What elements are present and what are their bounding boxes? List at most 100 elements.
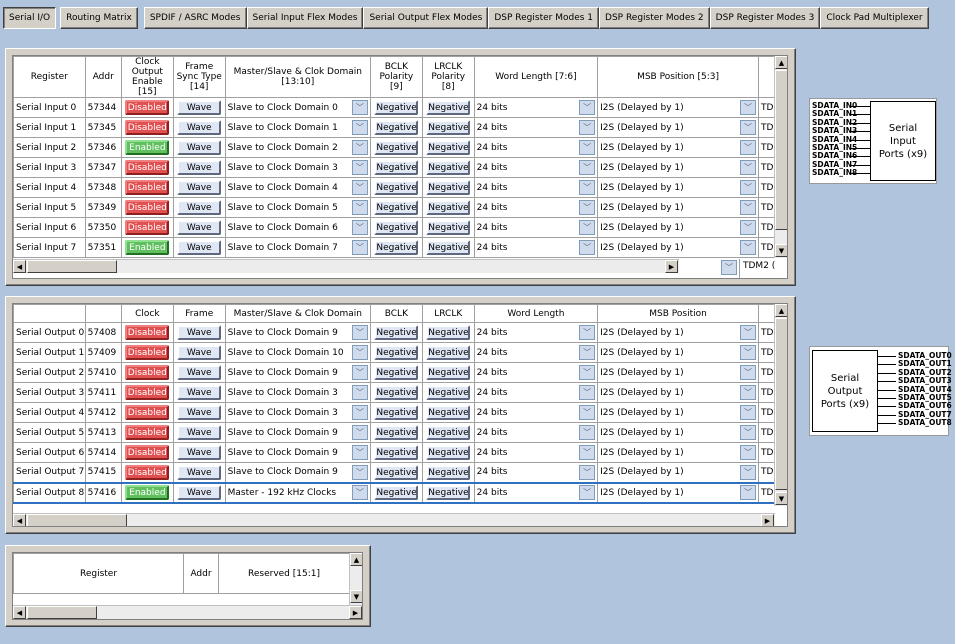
clock-domain-select[interactable]: Slave to Clock Domain 10 ﹀ bbox=[228, 344, 368, 362]
clock-domain-select[interactable]: Slave to Clock Domain 2 ﹀ bbox=[228, 139, 368, 157]
clock-output-toggle[interactable]: Disabled bbox=[125, 160, 170, 175]
tab-serial-output-flex-modes[interactable]: Serial Output Flex Modes bbox=[363, 7, 489, 29]
clock-domain-select[interactable]: Slave to Clock Domain 3 ﹀ bbox=[228, 404, 368, 422]
chevron-down-icon[interactable]: ﹀ bbox=[739, 345, 756, 360]
chevron-down-icon[interactable]: ﹀ bbox=[739, 365, 756, 380]
clock-output-toggle[interactable]: Disabled bbox=[125, 120, 170, 135]
clock-domain-select[interactable]: Master - 192 kHz Clocks ﹀ bbox=[228, 485, 368, 501]
scroll-left-button[interactable]: ◀ bbox=[13, 606, 26, 619]
clock-output-toggle[interactable]: Disabled bbox=[125, 100, 170, 115]
clock-output-toggle[interactable]: Disabled bbox=[125, 405, 170, 420]
clock-domain-select[interactable]: Slave to Clock Domain 4 ﹀ bbox=[228, 179, 368, 197]
lrclk-polarity-toggle[interactable]: Negative bbox=[426, 345, 471, 360]
word-length-select[interactable]: 24 bits ﹀ bbox=[477, 364, 596, 382]
reserved-horizontal-scrollbar[interactable]: ◀ ▶ bbox=[13, 605, 362, 619]
msb-position-select[interactable]: I2S (Delayed by 1) ﹀ bbox=[600, 444, 756, 462]
chevron-down-icon[interactable]: ﹀ bbox=[579, 485, 596, 500]
scroll-down-button[interactable]: ▼ bbox=[775, 492, 787, 505]
frame-sync-toggle[interactable]: Wave bbox=[177, 100, 222, 115]
frame-sync-toggle[interactable]: Wave bbox=[177, 485, 222, 500]
msb-position-select[interactable]: I2S (Delayed by 1) ﹀ bbox=[600, 179, 756, 197]
tab-dsp-register-modes-2[interactable]: DSP Register Modes 2 bbox=[599, 7, 710, 29]
msb-position-select[interactable]: I2S (Delayed by 1) ﹀ bbox=[600, 199, 756, 217]
chevron-down-icon[interactable]: ﹀ bbox=[739, 140, 756, 155]
chevron-down-icon[interactable]: ﹀ bbox=[351, 445, 368, 460]
frame-sync-toggle[interactable]: Wave bbox=[177, 445, 222, 460]
lrclk-polarity-toggle[interactable]: Negative bbox=[426, 120, 471, 135]
bclk-polarity-toggle[interactable]: Negative bbox=[374, 100, 419, 115]
scroll-thumb[interactable] bbox=[775, 70, 787, 230]
word-length-select[interactable]: 24 bits ﹀ bbox=[477, 159, 596, 177]
chevron-down-icon[interactable]: ﹀ bbox=[351, 485, 368, 500]
msb-position-select[interactable]: I2S (Delayed by 1) ﹀ bbox=[600, 139, 756, 157]
tab-clock-pad-multiplexer[interactable]: Clock Pad Multiplexer bbox=[820, 7, 929, 29]
chevron-down-icon[interactable]: ﹀ bbox=[579, 180, 596, 195]
chevron-down-icon[interactable]: ﹀ bbox=[351, 180, 368, 195]
bclk-polarity-toggle[interactable]: Negative bbox=[374, 160, 419, 175]
clock-output-toggle[interactable]: Disabled bbox=[125, 445, 170, 460]
frame-sync-toggle[interactable]: Wave bbox=[177, 120, 222, 135]
chevron-down-icon[interactable]: ﹀ bbox=[739, 200, 756, 215]
scroll-up-button[interactable]: ▲ bbox=[775, 56, 787, 69]
bclk-polarity-toggle[interactable]: Negative bbox=[374, 365, 419, 380]
chevron-down-icon[interactable]: ﹀ bbox=[351, 200, 368, 215]
word-length-select[interactable]: 24 bits ﹀ bbox=[477, 139, 596, 157]
scroll-right-button[interactable]: ▶ bbox=[665, 260, 678, 273]
chevron-down-icon[interactable]: ﹀ bbox=[351, 464, 368, 480]
frame-sync-toggle[interactable]: Wave bbox=[177, 325, 222, 340]
chevron-down-icon[interactable]: ﹀ bbox=[351, 425, 368, 440]
msb-position-select[interactable]: I2S (Delayed by 1) ﹀ bbox=[600, 485, 756, 501]
scroll-down-button[interactable]: ▼ bbox=[775, 244, 787, 257]
scroll-up-button[interactable]: ▲ bbox=[350, 553, 362, 566]
clock-output-toggle[interactable]: Disabled bbox=[125, 464, 170, 480]
output-horizontal-scrollbar[interactable]: ◀ ▶ bbox=[13, 513, 775, 526]
chevron-down-icon[interactable]: ﹀ bbox=[739, 325, 756, 340]
scroll-left-button[interactable]: ◀ bbox=[13, 260, 26, 273]
msb-position-select[interactable]: I2S (Delayed by 1) ﹀ bbox=[600, 404, 756, 422]
word-length-select[interactable]: 24 bits ﹀ bbox=[477, 219, 596, 237]
chevron-down-icon[interactable]: ﹀ bbox=[739, 100, 756, 115]
tab-routing-matrix[interactable]: Routing Matrix bbox=[60, 7, 138, 29]
word-length-select[interactable]: 24 bits ﹀ bbox=[477, 404, 596, 422]
scroll-thumb[interactable] bbox=[775, 318, 787, 490]
reserved-vertical-scrollbar[interactable]: ▲ ▼ bbox=[349, 553, 362, 605]
word-length-select[interactable]: 24 bits ﹀ bbox=[477, 179, 596, 197]
lrclk-polarity-toggle[interactable]: Negative bbox=[426, 240, 471, 255]
frame-sync-toggle[interactable]: Wave bbox=[177, 220, 222, 235]
clock-output-toggle[interactable]: Enabled bbox=[125, 140, 170, 155]
clock-domain-select[interactable]: Slave to Clock Domain 3 ﹀ bbox=[228, 384, 368, 402]
bclk-polarity-toggle[interactable]: Negative bbox=[374, 220, 419, 235]
lrclk-polarity-toggle[interactable]: Negative bbox=[426, 385, 471, 400]
word-length-select[interactable]: 24 bits ﹀ bbox=[477, 444, 596, 462]
frame-sync-toggle[interactable]: Wave bbox=[177, 240, 222, 255]
output-vertical-scrollbar[interactable]: ▲ ▼ bbox=[774, 304, 787, 506]
msb-position-select[interactable]: I2S (Delayed by 1) ﹀ bbox=[600, 239, 756, 257]
clock-domain-select[interactable]: Slave to Clock Domain 3 ﹀ bbox=[228, 159, 368, 177]
clock-domain-select[interactable]: Slave to Clock Domain 7 ﹀ bbox=[228, 239, 368, 257]
chevron-down-icon[interactable]: ﹀ bbox=[739, 445, 756, 460]
bclk-polarity-toggle[interactable]: Negative bbox=[374, 345, 419, 360]
chevron-down-icon[interactable]: ﹀ bbox=[351, 220, 368, 235]
word-length-select[interactable]: 24 bits ﹀ bbox=[477, 485, 596, 501]
clock-domain-select[interactable]: Slave to Clock Domain 9 ﹀ bbox=[228, 444, 368, 462]
lrclk-polarity-toggle[interactable]: Negative bbox=[426, 160, 471, 175]
chevron-down-icon[interactable]: ﹀ bbox=[351, 120, 368, 135]
word-length-select[interactable]: 24 bits ﹀ bbox=[477, 464, 596, 482]
chevron-down-icon[interactable]: ﹀ bbox=[739, 385, 756, 400]
chevron-down-icon[interactable]: ﹀ bbox=[739, 425, 756, 440]
bclk-polarity-toggle[interactable]: Negative bbox=[374, 485, 419, 500]
bclk-polarity-toggle[interactable]: Negative bbox=[374, 445, 419, 460]
frame-sync-toggle[interactable]: Wave bbox=[177, 464, 222, 480]
bclk-polarity-toggle[interactable]: Negative bbox=[374, 405, 419, 420]
chevron-down-icon[interactable]: ﹀ bbox=[739, 240, 756, 255]
word-length-select[interactable]: 24 bits ﹀ bbox=[477, 99, 596, 117]
scroll-right-button[interactable]: ▶ bbox=[761, 514, 774, 526]
chevron-down-icon[interactable]: ﹀ bbox=[351, 405, 368, 420]
clock-output-toggle[interactable]: Disabled bbox=[125, 345, 170, 360]
chevron-down-icon[interactable]: ﹀ bbox=[351, 240, 368, 255]
chevron-down-icon[interactable]: ﹀ bbox=[739, 180, 756, 195]
chevron-down-icon[interactable]: ﹀ bbox=[579, 405, 596, 420]
chevron-down-icon[interactable]: ﹀ bbox=[351, 100, 368, 115]
clock-output-toggle[interactable]: Disabled bbox=[125, 385, 170, 400]
clock-output-toggle[interactable]: Disabled bbox=[125, 180, 170, 195]
